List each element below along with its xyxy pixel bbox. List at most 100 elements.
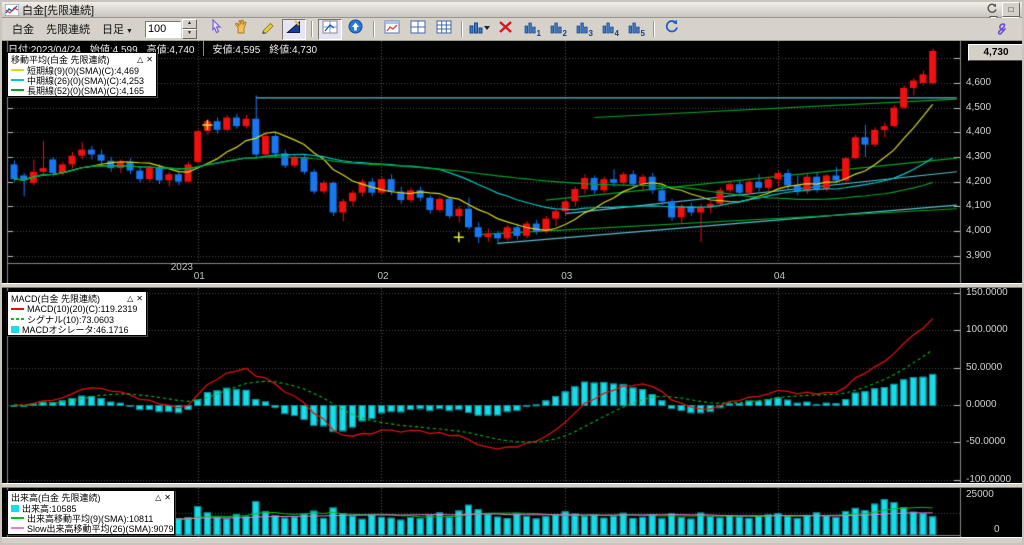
grid-split-2-icon xyxy=(410,20,426,39)
series-color-chip xyxy=(11,504,19,512)
legend-item: 長期線(52)(0)(SMA)(C):4,165 xyxy=(11,85,153,96)
legend-close-button[interactable]: ✕ xyxy=(164,493,171,502)
ma-legend: 移動平均(白金 先限連続) △ ✕ 短期線(9)(0)(SMA)(C):4,46… xyxy=(7,52,157,97)
series-color-chip xyxy=(11,325,19,333)
macd-legend: MACD(白金 先限連続) △ ✕ MACD(10)(20)(C):119.23… xyxy=(7,291,147,336)
window-title: 白金[先限連続] xyxy=(22,4,95,17)
toolbar: 白金 先限連続 日足 ▼ 100 ▲ ▼ 1 2 3 4 5 xyxy=(2,18,1022,41)
new-chart-icon xyxy=(384,20,400,39)
indicator-menu-button[interactable] xyxy=(468,19,492,40)
preset-number-label: 4 xyxy=(614,28,619,38)
chevron-down-icon: ▼ xyxy=(126,28,133,35)
legend-item-label: Slow出来高移動平均(26)(SMA):9079 xyxy=(27,523,174,534)
spin-up-button[interactable]: ▲ xyxy=(181,19,197,29)
series-color-chip xyxy=(11,517,24,519)
macd-chart-canvas[interactable] xyxy=(2,288,1022,483)
series-color-chip xyxy=(11,308,24,310)
indicator-menu-icon xyxy=(469,20,491,39)
legend-item-label: 長期線(52)(0)(SMA)(C):4,165 xyxy=(27,85,145,96)
new-chart-button[interactable] xyxy=(380,19,404,40)
volume-axis-tick: 25000 xyxy=(966,489,994,500)
toolbar-separator xyxy=(372,21,375,37)
preset-number-label: 1 xyxy=(536,28,541,38)
pan-hand-button[interactable] xyxy=(230,19,254,40)
price-axis-tick: 4,300 xyxy=(966,150,992,162)
remove-indicator-button[interactable] xyxy=(494,19,518,40)
panel-preset-4-button[interactable]: 4 xyxy=(598,19,622,40)
series-color-chip xyxy=(11,527,24,529)
legend-collapse-button[interactable]: △ xyxy=(127,294,133,303)
panel-preset-2-button[interactable]: 2 xyxy=(546,19,570,40)
scroll-to-latest-icon xyxy=(348,19,363,39)
price-axis-tick: 4,200 xyxy=(966,175,992,187)
macd-axis-tick: -100.0000 xyxy=(966,473,1012,485)
price-axis-tick: 4,600 xyxy=(966,77,992,88)
symbol-label[interactable]: 白金 xyxy=(12,21,34,37)
grid-split-2-button[interactable] xyxy=(406,19,430,40)
x-axis-month-label: 02 xyxy=(377,271,389,282)
x-axis-month-label: 04 xyxy=(773,271,786,282)
contract-label[interactable]: 先限連続 xyxy=(46,21,90,37)
x-axis-year-label: 2023 xyxy=(170,262,193,273)
draw-pencil-icon xyxy=(260,19,275,39)
info-low: 安値:4,595 xyxy=(203,40,260,56)
toolbar-separator xyxy=(460,21,463,37)
app-chart-icon xyxy=(5,3,19,16)
price-axis-tick: 4,000 xyxy=(966,224,992,236)
preset-number-label: 3 xyxy=(588,28,593,38)
legend-close-button[interactable]: ✕ xyxy=(146,55,153,64)
legend-collapse-button[interactable]: △ xyxy=(137,55,143,64)
preset-number-label: 5 xyxy=(640,28,645,38)
macd-panel xyxy=(2,288,1022,483)
legend-close-button[interactable]: ✕ xyxy=(136,294,143,303)
panel-preset-3-button[interactable]: 3 xyxy=(572,19,596,40)
series-color-chip xyxy=(11,69,24,71)
volume-legend: 出来高(白金 先限連続) △ ✕ 出来高:10585 出来高移動平均(9)(SMA… xyxy=(7,490,175,535)
wrench-icon xyxy=(997,23,1007,35)
draw-pencil-button[interactable] xyxy=(256,19,280,40)
timeframe-select[interactable]: 日足 ▼ xyxy=(102,21,133,37)
reload-data-icon xyxy=(664,19,679,39)
macd-axis-tick: 100.0000 xyxy=(966,324,1008,336)
macd-axis-tick: 0.0000 xyxy=(966,399,997,410)
volume-axis-tick: 0 xyxy=(994,524,1000,535)
legend-item: MACDオシレータ:46.1716 xyxy=(11,324,143,335)
remove-indicator-icon xyxy=(498,20,513,39)
price-axis-tick: 4,100 xyxy=(966,200,992,212)
select-cursor-button[interactable] xyxy=(204,18,228,40)
legend-item: Slow出来高移動平均(26)(SMA):9079 xyxy=(11,523,174,534)
toolbar-separator xyxy=(310,21,313,37)
grid-split-3-button[interactable] xyxy=(432,19,456,40)
refresh-window-icon xyxy=(986,3,998,16)
scroll-to-latest-button[interactable] xyxy=(344,19,368,40)
crosshair-tool-icon xyxy=(322,20,338,39)
trendline-tool-icon xyxy=(286,19,301,39)
panel-preset-5-button[interactable]: 5 xyxy=(624,19,648,40)
macd-axis-tick: 50.0000 xyxy=(966,361,1003,373)
toolbar-separator xyxy=(652,21,655,37)
legend-collapse-button[interactable]: △ xyxy=(155,493,161,502)
grid-split-3-icon xyxy=(436,20,452,39)
price-axis-tick: 3,900 xyxy=(966,249,992,261)
window-bottom-edge xyxy=(2,537,1022,543)
trendline-tool-button[interactable] xyxy=(281,18,306,40)
bar-count-input[interactable]: 100 xyxy=(144,20,181,38)
macd-axis-tick: -50.0000 xyxy=(966,436,1006,448)
series-color-chip xyxy=(11,89,24,91)
series-color-chip xyxy=(11,79,24,81)
bar-count-spinner: 100 ▲ ▼ xyxy=(144,19,197,39)
pan-hand-icon xyxy=(234,19,249,39)
preset-number-label: 2 xyxy=(562,28,567,38)
x-axis-month-label: 03 xyxy=(561,271,573,282)
maximize-button[interactable]: □ xyxy=(1002,2,1020,17)
reload-data-button[interactable] xyxy=(660,19,684,40)
settings-wrench-button[interactable] xyxy=(988,19,1012,40)
title-bar[interactable]: 白金[先限連続] ─□✕ xyxy=(2,2,1022,32)
spin-down-button[interactable]: ▼ xyxy=(181,29,197,39)
chart-window: 白金[先限連続] ─□✕ 白金 先限連続 日足▼ 100 ▲ ▼ 1 2 3 4 5 日… xyxy=(0,0,1024,545)
legend-item-label: MACDオシレータ:46.1716 xyxy=(22,324,129,335)
crosshair-tool-button[interactable] xyxy=(317,18,342,40)
refresh-window-button[interactable] xyxy=(984,3,1000,16)
macd-axis-tick: 150.0000 xyxy=(966,286,1008,298)
panel-preset-1-button[interactable]: 1 xyxy=(520,19,544,40)
